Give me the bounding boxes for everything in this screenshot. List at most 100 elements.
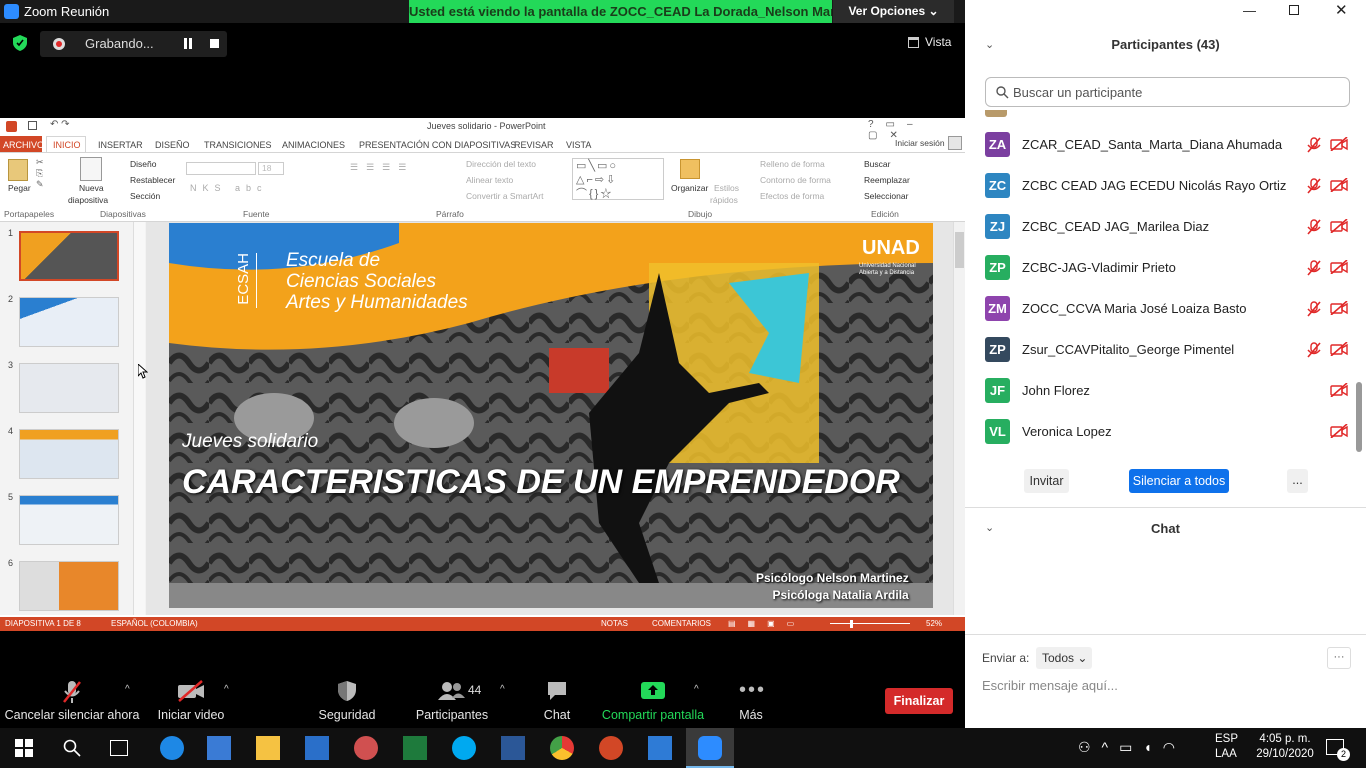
video-off-icon[interactable] bbox=[1330, 383, 1348, 397]
video-off-icon[interactable] bbox=[1330, 137, 1348, 151]
stop-recording-icon[interactable] bbox=[210, 39, 219, 48]
tab-archivo[interactable]: ARCHIVO bbox=[3, 138, 44, 152]
text-direction-button[interactable]: Dirección del texto bbox=[466, 159, 536, 169]
find-button[interactable]: Buscar bbox=[864, 159, 890, 169]
slide-thumbnail[interactable] bbox=[19, 561, 119, 611]
minimize-button[interactable]: — bbox=[1243, 3, 1256, 18]
font-name-field[interactable] bbox=[186, 162, 256, 175]
shapes-gallery[interactable]: ▭╲▭○ △⌐⇨⇩ ⌒{}☆ bbox=[572, 158, 664, 200]
chat-control[interactable]: Chat bbox=[544, 680, 570, 722]
mic-muted-icon[interactable] bbox=[1307, 219, 1321, 235]
new-slide-button-2[interactable]: diapositiva bbox=[68, 195, 108, 205]
participant-row[interactable]: JF John Florez bbox=[985, 371, 1348, 412]
restore-button[interactable] bbox=[1289, 5, 1299, 15]
view-button[interactable]: Vista bbox=[925, 35, 951, 49]
undo-icon[interactable]: ↶ ↷ bbox=[50, 119, 70, 130]
video-off-icon[interactable] bbox=[1330, 178, 1348, 192]
slide-thumbnail[interactable] bbox=[19, 297, 119, 347]
participants-options-caret[interactable]: ^ bbox=[500, 684, 505, 695]
slide-thumbnail[interactable] bbox=[19, 363, 119, 413]
new-slide-icon[interactable] bbox=[80, 157, 102, 181]
invite-button[interactable]: Invitar bbox=[1024, 469, 1069, 493]
language-indicator[interactable]: ESP LAA bbox=[1215, 732, 1238, 762]
zoom-slider-thumb[interactable] bbox=[849, 620, 853, 628]
participant-row[interactable]: ZP ZCBC-JAG-Vladimir Prieto bbox=[985, 248, 1348, 289]
powerpoint-taskbar-icon[interactable] bbox=[599, 736, 623, 760]
shape-outline-button[interactable]: Contorno de forma bbox=[760, 175, 831, 185]
slide-thumbnail[interactable] bbox=[19, 231, 119, 281]
quick-styles-button-2[interactable]: rápidos bbox=[710, 195, 738, 205]
participant-row[interactable]: ZC ZCBC CEAD JAG ECEDU Nicolás Rayo Ortiz bbox=[985, 166, 1348, 207]
thumbnail-scrollbar[interactable] bbox=[133, 222, 145, 615]
replace-button[interactable]: Reemplazar bbox=[864, 175, 910, 185]
chrome-icon[interactable] bbox=[550, 736, 574, 760]
shape-effects-button[interactable]: Efectos de forma bbox=[760, 191, 824, 201]
tab-revisar[interactable]: REVISAR bbox=[514, 138, 554, 152]
tab-inicio[interactable]: INICIO bbox=[53, 138, 81, 152]
align-text-button[interactable]: Alinear texto bbox=[466, 175, 513, 185]
shape-fill-button[interactable]: Relleno de forma bbox=[760, 159, 825, 169]
tab-animaciones[interactable]: ANIMACIONES bbox=[282, 138, 345, 152]
security-control[interactable]: Seguridad bbox=[319, 680, 376, 722]
share-screen-control[interactable]: Compartir pantalla bbox=[602, 680, 704, 722]
video-off-icon[interactable] bbox=[1330, 342, 1348, 356]
mic-muted-icon[interactable] bbox=[1307, 301, 1321, 317]
word-icon[interactable] bbox=[501, 736, 525, 760]
mail-icon[interactable] bbox=[305, 736, 329, 760]
system-tray-icons[interactable]: ⚇^▭◖◠ bbox=[1078, 739, 1186, 756]
excel-icon[interactable] bbox=[403, 736, 427, 760]
font-size-field[interactable]: 18 bbox=[258, 162, 284, 175]
participant-row[interactable]: VL Veronica Lopez bbox=[985, 412, 1348, 453]
sign-in-link[interactable]: Iniciar sesión bbox=[895, 138, 945, 148]
participants-scrollbar[interactable] bbox=[1356, 382, 1362, 452]
mic-muted-icon[interactable] bbox=[1307, 137, 1321, 153]
participants-control[interactable]: Participantes bbox=[416, 680, 488, 722]
skype-icon[interactable] bbox=[452, 736, 476, 760]
tab-diseno[interactable]: DISEÑO bbox=[155, 138, 190, 152]
participant-row[interactable]: ZJ ZCBC_CEAD JAG_Marilea Diaz bbox=[985, 207, 1348, 248]
mic-muted-icon[interactable] bbox=[1307, 342, 1321, 358]
view-mode-icons[interactable]: ▤▦▣▭ bbox=[728, 617, 806, 631]
mic-muted-icon[interactable] bbox=[1307, 178, 1321, 194]
arrange-button[interactable]: Organizar bbox=[671, 183, 708, 193]
send-to-dropdown[interactable]: Todos ⌄ bbox=[1036, 647, 1092, 669]
more-control[interactable]: ••• Más bbox=[739, 680, 764, 722]
zoom-level[interactable]: 52% bbox=[926, 617, 942, 631]
slide-thumbnail[interactable] bbox=[19, 429, 119, 479]
share-options-caret[interactable]: ^ bbox=[694, 684, 699, 695]
store-icon[interactable] bbox=[207, 736, 231, 760]
edge-icon[interactable] bbox=[160, 736, 184, 760]
video-control[interactable]: Iniciar video bbox=[158, 680, 224, 722]
more-options-button[interactable]: ... bbox=[1287, 469, 1308, 493]
tab-transiciones[interactable]: TRANSICIONES bbox=[204, 138, 272, 152]
task-view-icon[interactable] bbox=[110, 740, 128, 756]
paste-button[interactable]: Pegar bbox=[8, 183, 31, 193]
smartart-button[interactable]: Convertir a SmartArt bbox=[466, 191, 543, 201]
tab-vista[interactable]: VISTA bbox=[566, 138, 591, 152]
paste-icon[interactable] bbox=[8, 159, 28, 181]
mute-control[interactable]: Cancelar silenciar ahora bbox=[5, 680, 139, 722]
arrange-icon[interactable] bbox=[680, 159, 700, 179]
audio-options-caret[interactable]: ^ bbox=[125, 684, 130, 695]
notes-button[interactable]: NOTAS bbox=[601, 617, 628, 631]
mic-muted-icon[interactable] bbox=[1307, 260, 1321, 276]
zoom-slider-track[interactable] bbox=[830, 623, 910, 624]
section-button[interactable]: Sección bbox=[130, 191, 160, 201]
video-off-icon[interactable] bbox=[1330, 424, 1348, 438]
tab-presentacion[interactable]: PRESENTACIÓN CON DIAPOSITIVAS bbox=[359, 138, 516, 152]
chat-more-button[interactable]: ··· bbox=[1327, 647, 1351, 669]
quick-styles-button[interactable]: Estilos bbox=[714, 183, 739, 193]
new-slide-button[interactable]: Nueva bbox=[79, 183, 104, 193]
comments-button[interactable]: COMENTARIOS bbox=[652, 617, 711, 631]
mute-all-button[interactable]: Silenciar a todos bbox=[1129, 469, 1229, 493]
video-off-icon[interactable] bbox=[1330, 219, 1348, 233]
video-off-icon[interactable] bbox=[1330, 260, 1348, 274]
participant-row[interactable]: ZM ZOCC_CCVA Maria José Loaiza Basto bbox=[985, 289, 1348, 330]
pause-recording-icon[interactable] bbox=[184, 38, 192, 49]
language-status[interactable]: ESPAÑOL (COLOMBIA) bbox=[111, 617, 198, 631]
video-options-caret[interactable]: ^ bbox=[224, 684, 229, 695]
slide-thumbnail[interactable] bbox=[19, 495, 119, 545]
video-off-icon[interactable] bbox=[1330, 301, 1348, 315]
search-taskbar-icon[interactable] bbox=[63, 739, 81, 757]
participant-row[interactable]: ZA ZCAR_CEAD_Santa_Marta_Diana Ahumada bbox=[985, 125, 1348, 166]
